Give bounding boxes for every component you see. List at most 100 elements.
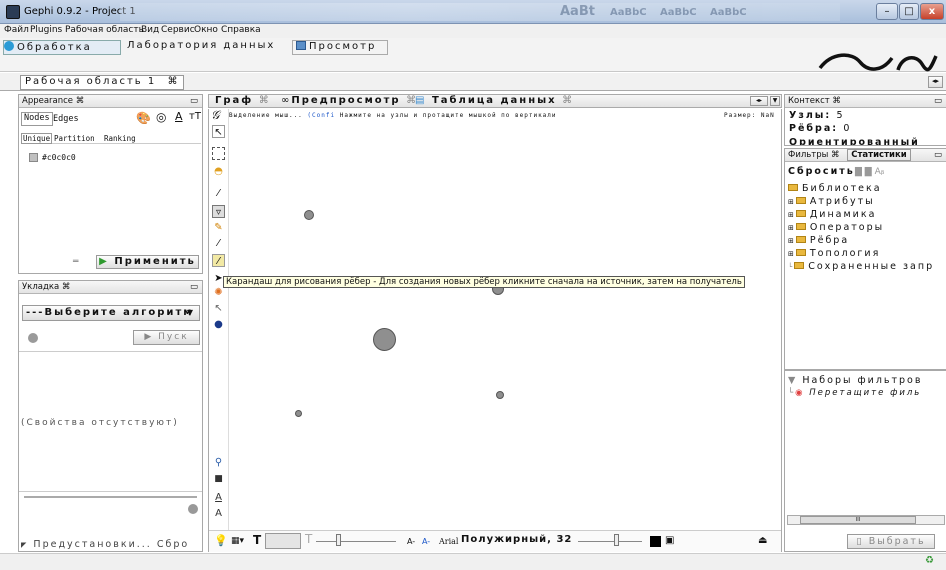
neighbors-icon[interactable]: ● — [212, 318, 225, 331]
menu-view[interactable]: Вид — [141, 25, 159, 35]
minimize-panel-icon[interactable]: ▭ — [934, 95, 942, 107]
tab-nav-arrows[interactable]: ◂▸ — [750, 96, 768, 106]
tab-statistics[interactable]: Статистики — [847, 149, 911, 161]
font-size-up[interactable]: A- — [422, 537, 430, 546]
label-size-icon[interactable]: тT — [189, 111, 201, 122]
filter-item-saved[interactable]: └ Сохраненные запр — [788, 261, 946, 272]
workspace-tab[interactable]: Рабочая область 1 ⌘ — [20, 75, 185, 90]
overview-mode-button[interactable]: Обработка — [3, 40, 121, 55]
select-icon[interactable]: ↖ — [212, 125, 225, 138]
eject-icon[interactable]: ⏏ — [758, 535, 767, 546]
zoom-icon[interactable]: ⚲ — [212, 456, 225, 469]
data-lab-mode-button[interactable]: Лаборатория данных — [127, 40, 287, 55]
notification-icon[interactable]: ♻ — [925, 555, 934, 566]
color-palette-icon[interactable]: 🎨 — [136, 111, 151, 125]
filter-toolbar-icons[interactable]: ▇ ▇ Aᵦ — [855, 167, 884, 177]
drag-icon[interactable]: ◓ — [212, 165, 225, 178]
edge-pencil-icon[interactable]: ⁄ — [212, 254, 225, 267]
color-swatch[interactable] — [29, 153, 38, 162]
background-color-icon[interactable]: ■ — [212, 473, 225, 486]
horizontal-scrollbar[interactable]: III — [787, 515, 945, 525]
graph-node[interactable] — [295, 410, 302, 417]
reset-filters-button[interactable]: Сбросить — [788, 166, 855, 177]
edit-icon[interactable]: ↖ — [212, 302, 225, 315]
graph-node[interactable] — [373, 328, 396, 351]
size-slider[interactable] — [316, 541, 396, 542]
run-button[interactable]: ▶ Пуск — [133, 330, 200, 345]
painter-icon[interactable]: ✎ — [212, 221, 225, 234]
select-filter-button[interactable]: ▯ Выбрать — [847, 534, 935, 549]
label-size-slider[interactable] — [578, 541, 642, 542]
filter-library-root[interactable]: Библиотека — [788, 183, 882, 194]
menu-file[interactable]: Файл — [4, 25, 29, 35]
filter-item-operators[interactable]: ⊞ Операторы — [788, 222, 884, 233]
graph-node[interactable] — [304, 210, 314, 220]
brush-icon[interactable]: ▿ — [212, 205, 225, 218]
subtab-unique[interactable]: Unique — [21, 133, 53, 144]
minimize-panel-icon[interactable]: ▭ — [190, 95, 198, 107]
tab-data-table[interactable]: ▤ Таблица данных ⌘ — [415, 95, 574, 106]
lightbulb-icon[interactable]: 💡 — [214, 534, 228, 547]
text-size-icon[interactable]: T — [305, 532, 312, 546]
screenshot-icon[interactable]: ▦▾ — [231, 536, 244, 546]
expand-icon[interactable]: ⊞ — [788, 198, 796, 206]
menu-plugins[interactable]: Plugins — [30, 25, 62, 35]
expand-icon[interactable]: ⊞ — [788, 250, 796, 258]
label-color-icon[interactable]: A — [212, 491, 225, 504]
graph-canvas[interactable]: ↖ ◓ ⁄ ▿ ✎ ⁄ ⁄ ➤ ✺ ↖ ● ⚲ ■ A A 𝒢 Выделени… — [208, 108, 782, 552]
filter-item-attributes[interactable]: ⊞ Атрибуты — [788, 196, 875, 207]
expand-icon[interactable]: ⊞ — [788, 224, 796, 232]
filter-item-topology[interactable]: ⊞ Топология — [788, 248, 880, 259]
tab-graph[interactable]: Граф ⌘ — [215, 95, 271, 106]
menu-help[interactable]: Справка — [221, 25, 261, 35]
preview-mode-button[interactable]: Просмотр — [292, 40, 388, 55]
size-icon[interactable]: ◎ — [156, 110, 166, 124]
font-style[interactable]: Полужирный, 32 — [461, 534, 572, 545]
node-pencil-icon[interactable]: ⁄ — [212, 237, 225, 250]
filter-item-edges[interactable]: ⊞ Рёбра — [788, 235, 849, 246]
menu-tools[interactable]: Сервис — [161, 25, 195, 35]
minimize-panel-icon[interactable]: ▭ — [934, 149, 942, 161]
font-name[interactable]: Arial — [439, 537, 459, 546]
minimize-panel-icon[interactable]: ▭ — [190, 281, 198, 293]
label-color-swatch[interactable] — [650, 536, 661, 547]
layout-algorithm-select[interactable]: ---Выберите алгоритм ▼ — [22, 305, 200, 321]
menu-window[interactable]: Окно — [194, 25, 218, 35]
workspace-nav-arrows[interactable]: ◂▸ — [928, 76, 943, 88]
scrollbar-thumb[interactable]: III — [800, 516, 916, 524]
filter-item-dynamic[interactable]: ⊞ Динамика — [788, 209, 876, 220]
expand-icon[interactable]: ⊞ — [788, 211, 796, 219]
graph-node[interactable] — [496, 391, 504, 399]
label-size-slider-thumb[interactable] — [614, 534, 619, 546]
presets-row[interactable]: ◤ Предустановки... Сбро — [21, 539, 189, 550]
tab-close-icon[interactable]: ⌘ — [562, 95, 574, 106]
tab-preview[interactable]: ∞Предпросмотр ⌘ — [281, 95, 418, 106]
apply-button[interactable]: ▶ Применить — [96, 255, 199, 269]
tab-list-icon[interactable]: ▼ — [770, 96, 780, 106]
maximize-button[interactable]: □ — [899, 3, 919, 20]
reset-label[interactable]: Сбро — [157, 539, 189, 550]
config-link[interactable]: (Confi — [307, 112, 335, 119]
text-icon[interactable]: T — [253, 533, 261, 547]
subtab-partition[interactable]: Partition — [54, 134, 95, 143]
label-size-icon[interactable]: A — [212, 507, 225, 520]
tab-edges[interactable]: Edges — [53, 114, 79, 124]
close-window-button[interactable]: x — [920, 3, 944, 20]
menu-workspace[interactable]: Рабочая область — [65, 25, 144, 35]
size-slider-thumb[interactable] — [336, 534, 341, 546]
tab-close-icon[interactable]: ⌘ — [259, 95, 271, 106]
subtab-ranking[interactable]: Ranking — [104, 134, 136, 143]
label-color-icon[interactable]: A — [175, 110, 183, 123]
tab-filters[interactable]: Фильтры ⌘ — [788, 150, 840, 160]
workspace-tab-close-icon[interactable]: ⌘ — [167, 76, 179, 87]
pencil-icon[interactable]: ⁄ — [212, 187, 225, 200]
tab-nodes[interactable]: Nodes — [21, 112, 53, 126]
attributes-icon[interactable]: ▣ — [665, 535, 674, 546]
rectangle-select-icon[interactable] — [212, 147, 225, 160]
edge-display-icon[interactable] — [265, 533, 301, 549]
stop-icon[interactable] — [188, 504, 198, 514]
minimize-button[interactable]: – — [876, 3, 898, 20]
expand-icon[interactable]: ⊞ — [788, 237, 796, 245]
font-size-down[interactable]: A- — [407, 537, 415, 546]
queries-root[interactable]: ▼ Наборы фильтров — [788, 375, 922, 386]
